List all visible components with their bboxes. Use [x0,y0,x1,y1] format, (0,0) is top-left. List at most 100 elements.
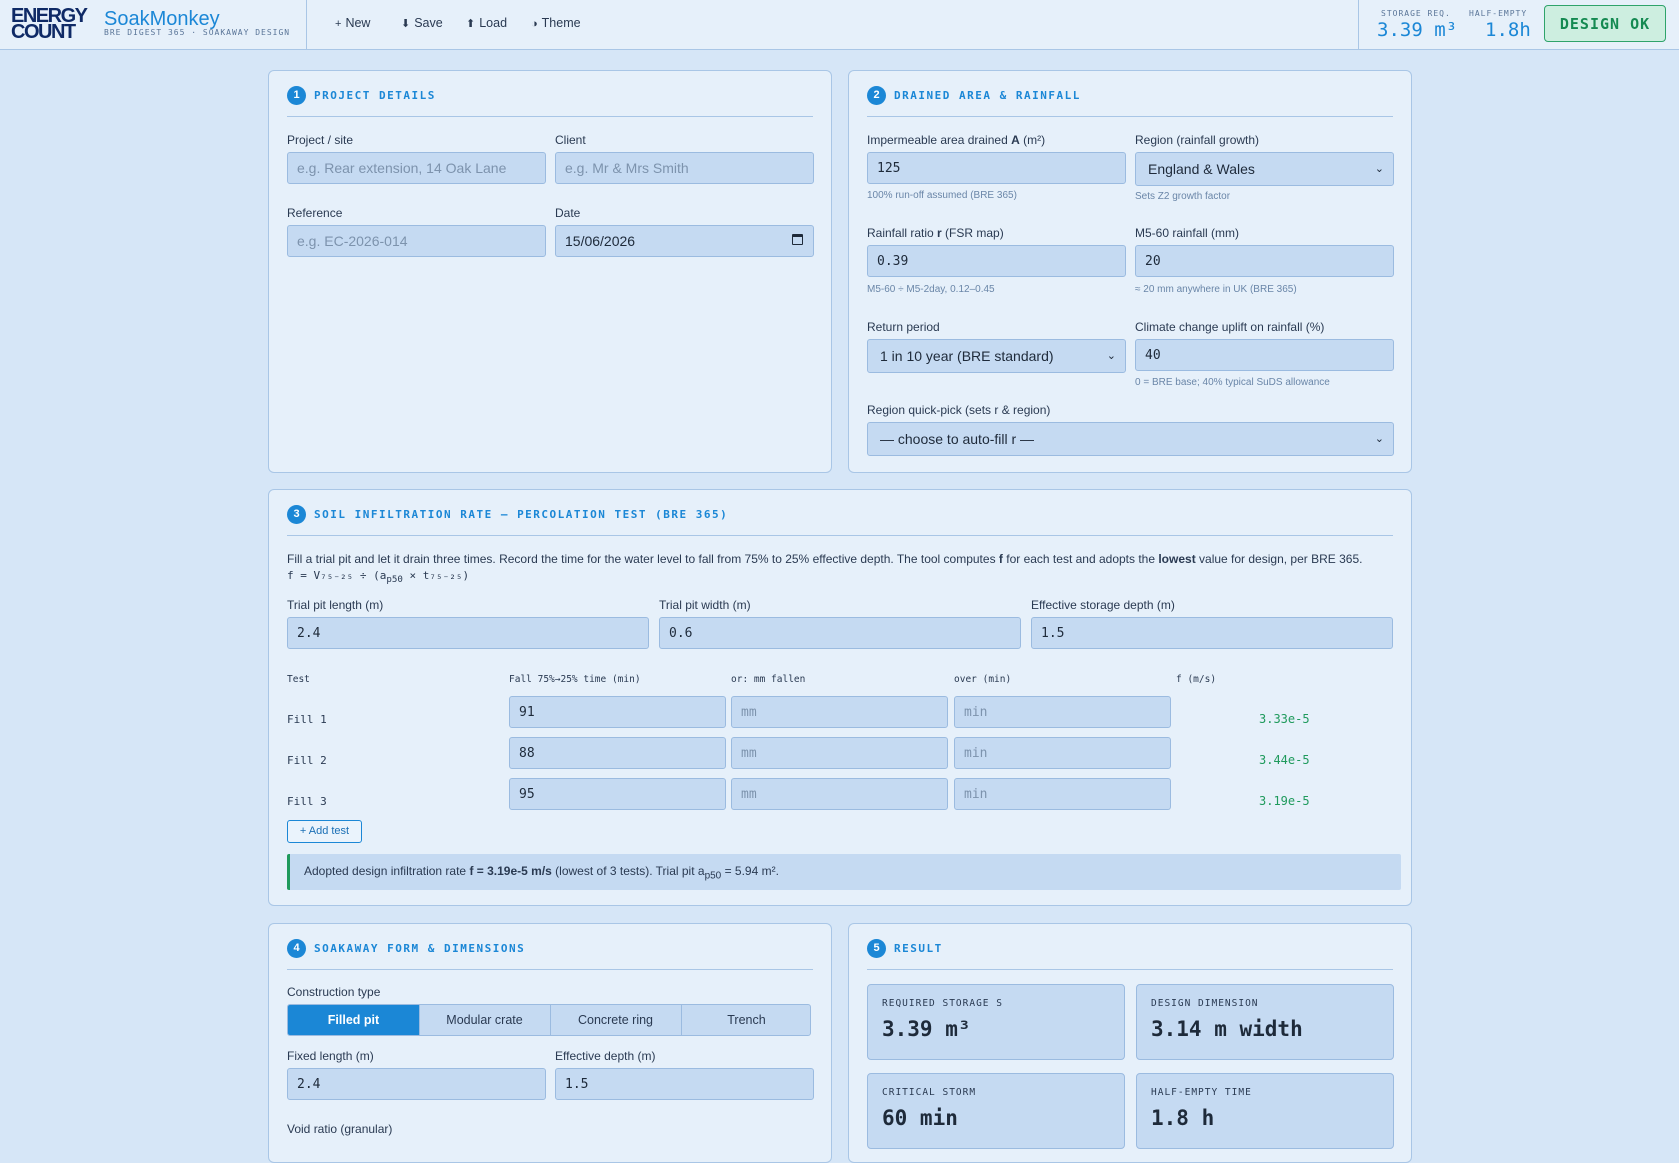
fall-time-input[interactable] [509,737,726,769]
half-empty-time-box: HALF-EMPTY TIME 1.8 h [1136,1073,1394,1149]
return-period-label: Return period [867,320,940,334]
drained-area-card: 2 DRAINED AREA & RAINFALL Impermeable ar… [848,70,1412,473]
col-mm-fallen: or: mm fallen [731,674,806,685]
date-label: Date [555,206,581,220]
fall-time-input[interactable] [509,696,726,728]
ratio-input[interactable] [867,245,1126,277]
test-row-label: Fill 3 [287,795,327,808]
add-test-button[interactable]: + Add test [287,820,362,843]
calendar-icon[interactable] [792,234,803,245]
step-number: 2 [867,86,886,105]
area-label: Impermeable area drained A (m²) [867,133,1046,147]
half-empty-value: 1.8h [1485,19,1531,41]
col-fall-time: Fall 75%→25% time (min) [509,674,641,685]
top-bar: ENERGY COUNT SoakMonkey BRE DIGEST 365 ·… [0,0,1679,50]
storage-req-value: 3.39 m³ [1377,19,1458,41]
half-circle-icon: ◑ [531,18,538,30]
region-select[interactable]: England & Wales ⌄ [1135,152,1394,186]
plus-icon: + [335,18,342,30]
return-period-select[interactable]: 1 in 10 year (BRE standard) ⌄ [867,339,1126,373]
construction-type-label: Construction type [287,985,381,999]
pit-length-input[interactable] [287,617,649,649]
quickpick-label: Region quick-pick (sets r & region) [867,403,1051,417]
region-label: Region (rainfall growth) [1135,133,1260,147]
reference-label: Reference [287,206,343,220]
m560-input[interactable] [1135,245,1394,277]
pit-width-input[interactable] [659,617,1021,649]
card-title: DRAINED AREA & RAINFALL [894,89,1081,102]
effective-depth-input[interactable] [555,1068,814,1100]
energy-count-logo: ENERGY COUNT [11,5,88,43]
required-storage-box: REQUIRED STORAGE S 3.39 m³ [867,984,1125,1060]
download-icon: ⬇ [401,18,411,30]
over-min-input[interactable] [954,696,1171,728]
pit-depth-input[interactable] [1031,617,1393,649]
pit-length-label: Trial pit length (m) [287,598,384,612]
soil-infiltration-card: 3 SOIL INFILTRATION RATE — PERCOLATION T… [268,489,1412,906]
chevron-down-icon: ⌄ [1374,433,1384,445]
load-button[interactable]: ⬆ Load [466,16,507,30]
f-value: 3.33e-5 [1259,712,1310,726]
adopted-rate-banner: Adopted design infiltration rate f = 3.1… [287,854,1401,890]
type-trench[interactable]: Trench [681,1005,810,1035]
project-site-input[interactable] [287,152,546,184]
f-value: 3.19e-5 [1259,794,1310,808]
test-row-label: Fill 2 [287,754,327,767]
new-button[interactable]: + New [335,16,370,30]
climate-hint: 0 = BRE base; 40% typical SuDS allowance [1135,377,1330,388]
ratio-hint: M5-60 ÷ M5-2day, 0.12–0.45 [867,284,995,295]
reference-input[interactable] [287,225,546,257]
app-subtitle: BRE DIGEST 365 · SOAKAWAY DESIGN [104,28,291,37]
card-header: 5 RESULT [867,939,1393,970]
climate-input[interactable] [1135,339,1394,371]
col-over-min: over (min) [954,674,1012,685]
type-modular-crate[interactable]: Modular crate [419,1005,551,1035]
card-title: SOAKAWAY FORM & DIMENSIONS [314,942,526,955]
upload-icon: ⬆ [466,18,476,30]
card-header: 2 DRAINED AREA & RAINFALL [867,86,1393,117]
test-row-label: Fill 1 [287,713,327,726]
save-button[interactable]: ⬇ Save [401,16,443,30]
mm-fallen-input[interactable] [731,696,948,728]
area-input[interactable] [867,152,1126,184]
client-label: Client [555,133,586,147]
design-status-badge[interactable]: DESIGN OK [1544,5,1666,42]
ratio-label: Rainfall ratio r (FSR map) [867,226,1004,240]
pit-width-label: Trial pit width (m) [659,598,751,612]
mm-fallen-input[interactable] [731,737,948,769]
region-hint: Sets Z2 growth factor [1135,191,1231,202]
f-value: 3.44e-5 [1259,753,1310,767]
header-divider [1358,0,1359,50]
type-concrete-ring[interactable]: Concrete ring [550,1005,682,1035]
step-number: 4 [287,939,306,958]
card-header: 1 PROJECT DETAILS [287,86,813,117]
step-number: 5 [867,939,886,958]
step-number: 3 [287,505,306,524]
m560-label: M5-60 rainfall (mm) [1135,226,1240,240]
storage-req-label: STORAGE REQ. [1381,9,1451,18]
date-input[interactable]: 15/06/2026 [555,225,814,257]
card-title: RESULT [894,942,943,955]
client-input[interactable] [555,152,814,184]
project-details-card: 1 PROJECT DETAILS Project / site Client … [268,70,832,473]
effective-depth-label: Effective depth (m) [555,1049,656,1063]
over-min-input[interactable] [954,778,1171,810]
chevron-down-icon: ⌄ [1374,163,1384,175]
region-quickpick-select[interactable]: — choose to auto-fill r — ⌄ [867,422,1394,456]
fall-time-input[interactable] [509,778,726,810]
half-empty-label: HALF-EMPTY [1469,9,1528,18]
void-ratio-label: Void ratio (granular) [287,1122,393,1136]
climate-label: Climate change uplift on rainfall (%) [1135,320,1325,334]
design-dimension-box: DESIGN DIMENSION 3.14 m width [1136,984,1394,1060]
theme-button[interactable]: ◑ Theme [531,16,581,30]
mm-fallen-input[interactable] [731,778,948,810]
area-hint: 100% run-off assumed (BRE 365) [867,190,1017,201]
chevron-down-icon: ⌄ [1106,350,1116,362]
type-filled-pit[interactable]: Filled pit [288,1005,420,1035]
soakaway-form-card: 4 SOAKAWAY FORM & DIMENSIONS Constructio… [268,923,832,1163]
fixed-length-input[interactable] [287,1068,546,1100]
construction-type-selector: Filled pit Modular crate Concrete ring T… [287,1004,811,1036]
project-site-label: Project / site [287,133,354,147]
card-title: SOIL INFILTRATION RATE — PERCOLATION TES… [314,508,729,521]
over-min-input[interactable] [954,737,1171,769]
